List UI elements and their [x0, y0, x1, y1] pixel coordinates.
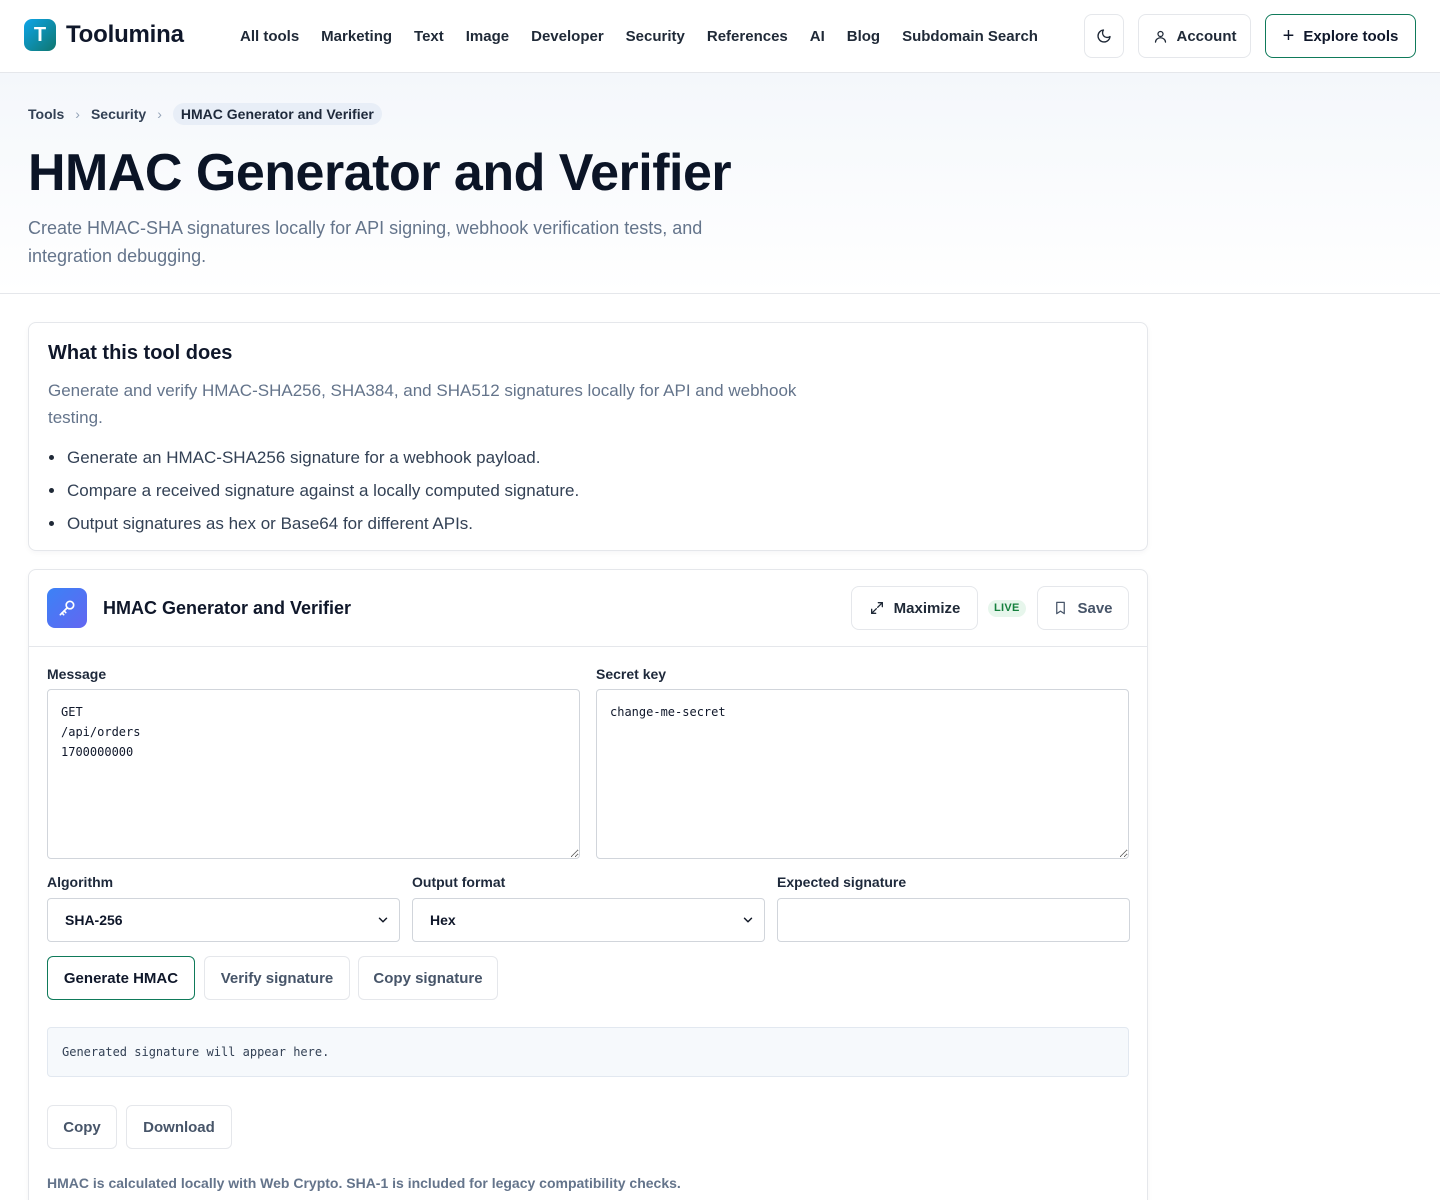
- nav-link-references[interactable]: References: [707, 28, 788, 45]
- breadcrumb: Tools › Security › HMAC Generator and Ve…: [28, 103, 382, 125]
- message-label: Message: [47, 666, 107, 682]
- page-title: HMAC Generator and Verifier: [28, 144, 732, 202]
- chevron-down-icon: [378, 917, 388, 923]
- algorithm-label: Algorithm: [47, 874, 114, 890]
- nav-link-ai[interactable]: AI: [810, 28, 825, 45]
- tool-panel-header: HMAC Generator and Verifier Maximize LIV…: [29, 570, 1147, 647]
- top-navigation-bar: T Toolumina All tools Marketing Text Ima…: [0, 0, 1440, 73]
- account-label: Account: [1176, 27, 1237, 45]
- hmac-tool-panel: HMAC Generator and Verifier Maximize LIV…: [28, 569, 1148, 1200]
- copy-button[interactable]: Copy: [47, 1105, 117, 1149]
- copy-signature-button[interactable]: Copy signature: [358, 956, 498, 1000]
- expected-signature-label: Expected signature: [777, 874, 907, 890]
- chevron-right-icon: ›: [157, 106, 162, 122]
- expected-signature-input[interactable]: [777, 898, 1130, 942]
- breadcrumb-item-security[interactable]: Security: [91, 106, 146, 122]
- signature-output: Generated signature will appear here.: [47, 1027, 1129, 1077]
- user-icon: [1154, 30, 1166, 43]
- breadcrumb-current: HMAC Generator and Verifier: [172, 103, 382, 125]
- nav-link-developer[interactable]: Developer: [531, 28, 604, 45]
- secret-key-textarea[interactable]: change-me-secret: [596, 689, 1129, 859]
- page-hero: Tools › Security › HMAC Generator and Ve…: [0, 73, 1440, 294]
- about-description: Generate and verify HMAC-SHA256, SHA384,…: [48, 381, 797, 427]
- about-heading: What this tool does: [48, 342, 233, 364]
- nav-link-text[interactable]: Text: [414, 28, 444, 45]
- breadcrumb-item-tools[interactable]: Tools: [28, 106, 64, 122]
- list-item: Output signatures as hex or Base64 for d…: [48, 507, 579, 540]
- nav-link-image[interactable]: Image: [466, 28, 509, 45]
- brand-logo: T: [24, 19, 56, 51]
- output-format-select[interactable]: Hex: [412, 898, 765, 942]
- nav-link-all-tools[interactable]: All tools: [240, 28, 299, 45]
- algorithm-select[interactable]: SHA-256: [47, 898, 400, 942]
- plus-icon: +: [1282, 25, 1295, 47]
- list-item: Compare a received signature against a l…: [48, 474, 579, 507]
- about-bullet-list: Generate an HMAC-SHA256 signature for a …: [48, 441, 579, 540]
- maximize-icon: [870, 602, 883, 614]
- nav-link-security[interactable]: Security: [626, 28, 685, 45]
- brand-link[interactable]: T Toolumina: [24, 19, 184, 51]
- verify-signature-button[interactable]: Verify signature: [204, 956, 350, 1000]
- save-button[interactable]: Save: [1037, 586, 1129, 630]
- output-format-label: Output format: [412, 874, 506, 890]
- nav-link-marketing[interactable]: Marketing: [321, 28, 392, 45]
- explore-tools-button[interactable]: + Explore tools: [1265, 14, 1416, 58]
- live-status-badge: LIVE: [988, 600, 1026, 617]
- list-item: Generate an HMAC-SHA256 signature for a …: [48, 441, 579, 474]
- tool-footnote: HMAC is calculated locally with Web Cryp…: [47, 1175, 681, 1191]
- maximize-button[interactable]: Maximize: [851, 586, 978, 630]
- explore-tools-label: Explore tools: [1303, 27, 1399, 45]
- maximize-label: Maximize: [893, 599, 961, 617]
- main-nav: All tools Marketing Text Image Developer…: [240, 0, 1060, 72]
- save-label: Save: [1077, 599, 1113, 617]
- chevron-right-icon: ›: [75, 106, 80, 122]
- moon-icon: [1097, 29, 1111, 43]
- secret-key-label: Secret key: [596, 666, 667, 682]
- chevron-down-icon: [743, 917, 753, 923]
- algorithm-selected-value: SHA-256: [65, 912, 123, 928]
- theme-toggle-button[interactable]: [1084, 14, 1124, 58]
- download-button[interactable]: Download: [126, 1105, 232, 1149]
- output-format-selected-value: Hex: [430, 912, 456, 928]
- brand-name: Toolumina: [66, 21, 184, 48]
- key-icon: [47, 588, 87, 628]
- nav-link-subdomain-search[interactable]: Subdomain Search: [902, 28, 1038, 45]
- tool-description-card: What this tool does Generate and verify …: [28, 322, 1148, 551]
- account-button[interactable]: Account: [1138, 14, 1251, 58]
- bookmark-icon: [1056, 601, 1066, 615]
- nav-link-blog[interactable]: Blog: [847, 28, 880, 45]
- signature-output-text: Generated signature will appear here.: [62, 1045, 330, 1059]
- tool-panel-title: HMAC Generator and Verifier: [103, 598, 352, 618]
- message-textarea[interactable]: GET /api/orders 1700000000: [47, 689, 580, 859]
- page-subtitle: Create HMAC-SHA signatures locally for A…: [28, 218, 703, 266]
- generate-hmac-button[interactable]: Generate HMAC: [47, 956, 195, 1000]
